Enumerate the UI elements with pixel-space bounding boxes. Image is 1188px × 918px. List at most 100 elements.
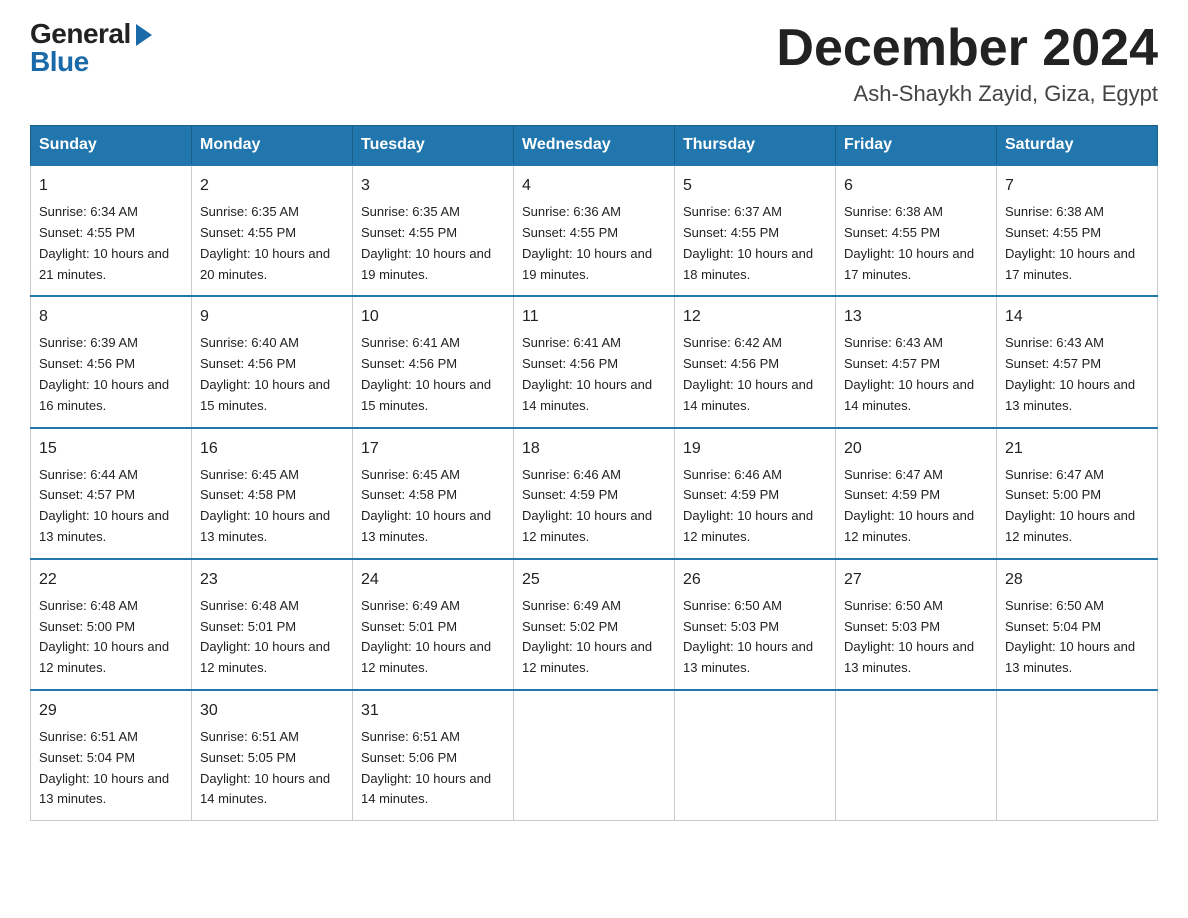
calendar-table: Sunday Monday Tuesday Wednesday Thursday…	[30, 125, 1158, 821]
table-row: 13 Sunrise: 6:43 AMSunset: 4:57 PMDaylig…	[836, 296, 997, 427]
table-row: 2 Sunrise: 6:35 AMSunset: 4:55 PMDayligh…	[192, 165, 353, 296]
table-row: 31 Sunrise: 6:51 AMSunset: 5:06 PMDaylig…	[353, 690, 514, 821]
day-info: Sunrise: 6:51 AMSunset: 5:05 PMDaylight:…	[200, 729, 330, 806]
day-info: Sunrise: 6:36 AMSunset: 4:55 PMDaylight:…	[522, 204, 652, 281]
day-number: 21	[1005, 437, 1149, 461]
logo: General Blue	[30, 20, 152, 76]
day-info: Sunrise: 6:46 AMSunset: 4:59 PMDaylight:…	[522, 467, 652, 544]
day-number: 19	[683, 437, 827, 461]
day-number: 17	[361, 437, 505, 461]
table-row: 26 Sunrise: 6:50 AMSunset: 5:03 PMDaylig…	[675, 559, 836, 690]
day-number: 26	[683, 568, 827, 592]
day-info: Sunrise: 6:48 AMSunset: 5:00 PMDaylight:…	[39, 598, 169, 675]
table-row: 24 Sunrise: 6:49 AMSunset: 5:01 PMDaylig…	[353, 559, 514, 690]
day-number: 22	[39, 568, 183, 592]
day-number: 28	[1005, 568, 1149, 592]
day-number: 1	[39, 174, 183, 198]
logo-triangle-icon	[136, 24, 152, 46]
day-info: Sunrise: 6:45 AMSunset: 4:58 PMDaylight:…	[200, 467, 330, 544]
day-info: Sunrise: 6:51 AMSunset: 5:04 PMDaylight:…	[39, 729, 169, 806]
table-row: 9 Sunrise: 6:40 AMSunset: 4:56 PMDayligh…	[192, 296, 353, 427]
table-row: 18 Sunrise: 6:46 AMSunset: 4:59 PMDaylig…	[514, 428, 675, 559]
table-row: 23 Sunrise: 6:48 AMSunset: 5:01 PMDaylig…	[192, 559, 353, 690]
table-row: 6 Sunrise: 6:38 AMSunset: 4:55 PMDayligh…	[836, 165, 997, 296]
table-row: 17 Sunrise: 6:45 AMSunset: 4:58 PMDaylig…	[353, 428, 514, 559]
day-number: 13	[844, 305, 988, 329]
table-row: 20 Sunrise: 6:47 AMSunset: 4:59 PMDaylig…	[836, 428, 997, 559]
day-number: 10	[361, 305, 505, 329]
day-info: Sunrise: 6:50 AMSunset: 5:03 PMDaylight:…	[844, 598, 974, 675]
day-info: Sunrise: 6:35 AMSunset: 4:55 PMDaylight:…	[361, 204, 491, 281]
day-number: 24	[361, 568, 505, 592]
day-number: 7	[1005, 174, 1149, 198]
day-info: Sunrise: 6:49 AMSunset: 5:01 PMDaylight:…	[361, 598, 491, 675]
day-info: Sunrise: 6:37 AMSunset: 4:55 PMDaylight:…	[683, 204, 813, 281]
col-saturday: Saturday	[997, 126, 1158, 166]
col-friday: Friday	[836, 126, 997, 166]
day-number: 9	[200, 305, 344, 329]
day-number: 16	[200, 437, 344, 461]
table-row: 12 Sunrise: 6:42 AMSunset: 4:56 PMDaylig…	[675, 296, 836, 427]
table-row: 15 Sunrise: 6:44 AMSunset: 4:57 PMDaylig…	[31, 428, 192, 559]
col-tuesday: Tuesday	[353, 126, 514, 166]
table-row	[675, 690, 836, 821]
day-info: Sunrise: 6:47 AMSunset: 4:59 PMDaylight:…	[844, 467, 974, 544]
day-number: 5	[683, 174, 827, 198]
table-row	[836, 690, 997, 821]
calendar-header: Sunday Monday Tuesday Wednesday Thursday…	[31, 126, 1158, 166]
table-row: 14 Sunrise: 6:43 AMSunset: 4:57 PMDaylig…	[997, 296, 1158, 427]
day-number: 25	[522, 568, 666, 592]
table-row: 7 Sunrise: 6:38 AMSunset: 4:55 PMDayligh…	[997, 165, 1158, 296]
title-block: December 2024 Ash-Shaykh Zayid, Giza, Eg…	[776, 20, 1158, 107]
day-number: 12	[683, 305, 827, 329]
table-row: 21 Sunrise: 6:47 AMSunset: 5:00 PMDaylig…	[997, 428, 1158, 559]
day-number: 11	[522, 305, 666, 329]
day-info: Sunrise: 6:48 AMSunset: 5:01 PMDaylight:…	[200, 598, 330, 675]
day-info: Sunrise: 6:35 AMSunset: 4:55 PMDaylight:…	[200, 204, 330, 281]
table-row: 1 Sunrise: 6:34 AMSunset: 4:55 PMDayligh…	[31, 165, 192, 296]
table-row: 16 Sunrise: 6:45 AMSunset: 4:58 PMDaylig…	[192, 428, 353, 559]
table-row: 27 Sunrise: 6:50 AMSunset: 5:03 PMDaylig…	[836, 559, 997, 690]
table-row: 19 Sunrise: 6:46 AMSunset: 4:59 PMDaylig…	[675, 428, 836, 559]
day-info: Sunrise: 6:41 AMSunset: 4:56 PMDaylight:…	[522, 335, 652, 412]
calendar-body: 1 Sunrise: 6:34 AMSunset: 4:55 PMDayligh…	[31, 165, 1158, 820]
table-row: 10 Sunrise: 6:41 AMSunset: 4:56 PMDaylig…	[353, 296, 514, 427]
table-row: 28 Sunrise: 6:50 AMSunset: 5:04 PMDaylig…	[997, 559, 1158, 690]
logo-blue-text: Blue	[30, 48, 89, 76]
day-info: Sunrise: 6:49 AMSunset: 5:02 PMDaylight:…	[522, 598, 652, 675]
day-info: Sunrise: 6:44 AMSunset: 4:57 PMDaylight:…	[39, 467, 169, 544]
table-row	[997, 690, 1158, 821]
day-number: 14	[1005, 305, 1149, 329]
day-number: 8	[39, 305, 183, 329]
day-info: Sunrise: 6:43 AMSunset: 4:57 PMDaylight:…	[1005, 335, 1135, 412]
day-info: Sunrise: 6:41 AMSunset: 4:56 PMDaylight:…	[361, 335, 491, 412]
day-info: Sunrise: 6:42 AMSunset: 4:56 PMDaylight:…	[683, 335, 813, 412]
day-number: 30	[200, 699, 344, 723]
col-sunday: Sunday	[31, 126, 192, 166]
day-number: 29	[39, 699, 183, 723]
day-info: Sunrise: 6:38 AMSunset: 4:55 PMDaylight:…	[1005, 204, 1135, 281]
day-info: Sunrise: 6:39 AMSunset: 4:56 PMDaylight:…	[39, 335, 169, 412]
day-number: 6	[844, 174, 988, 198]
day-info: Sunrise: 6:50 AMSunset: 5:04 PMDaylight:…	[1005, 598, 1135, 675]
day-number: 31	[361, 699, 505, 723]
day-info: Sunrise: 6:45 AMSunset: 4:58 PMDaylight:…	[361, 467, 491, 544]
table-row: 5 Sunrise: 6:37 AMSunset: 4:55 PMDayligh…	[675, 165, 836, 296]
day-info: Sunrise: 6:34 AMSunset: 4:55 PMDaylight:…	[39, 204, 169, 281]
day-number: 15	[39, 437, 183, 461]
day-number: 18	[522, 437, 666, 461]
day-info: Sunrise: 6:47 AMSunset: 5:00 PMDaylight:…	[1005, 467, 1135, 544]
day-number: 20	[844, 437, 988, 461]
month-title: December 2024	[776, 20, 1158, 77]
day-info: Sunrise: 6:50 AMSunset: 5:03 PMDaylight:…	[683, 598, 813, 675]
col-wednesday: Wednesday	[514, 126, 675, 166]
table-row: 25 Sunrise: 6:49 AMSunset: 5:02 PMDaylig…	[514, 559, 675, 690]
day-info: Sunrise: 6:43 AMSunset: 4:57 PMDaylight:…	[844, 335, 974, 412]
table-row: 3 Sunrise: 6:35 AMSunset: 4:55 PMDayligh…	[353, 165, 514, 296]
table-row	[514, 690, 675, 821]
day-info: Sunrise: 6:40 AMSunset: 4:56 PMDaylight:…	[200, 335, 330, 412]
page-header: General Blue December 2024 Ash-Shaykh Za…	[30, 20, 1158, 107]
day-info: Sunrise: 6:38 AMSunset: 4:55 PMDaylight:…	[844, 204, 974, 281]
table-row: 4 Sunrise: 6:36 AMSunset: 4:55 PMDayligh…	[514, 165, 675, 296]
col-monday: Monday	[192, 126, 353, 166]
